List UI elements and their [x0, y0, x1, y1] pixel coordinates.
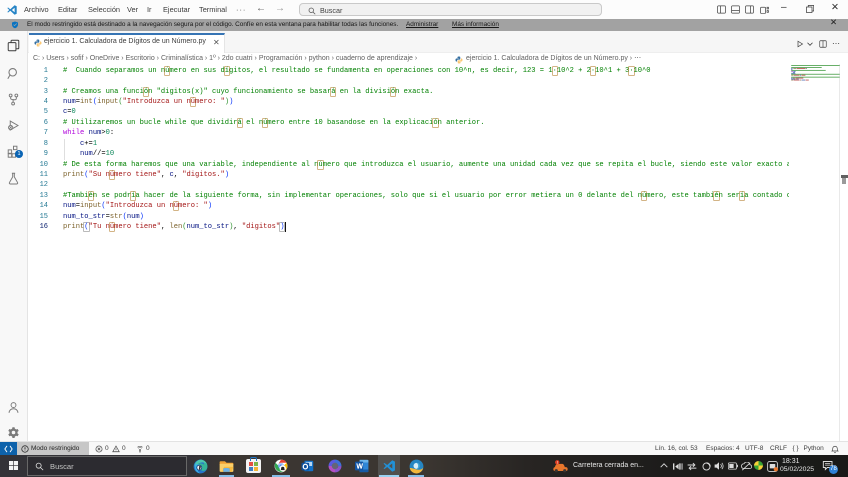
svg-text:!: !	[557, 460, 558, 465]
